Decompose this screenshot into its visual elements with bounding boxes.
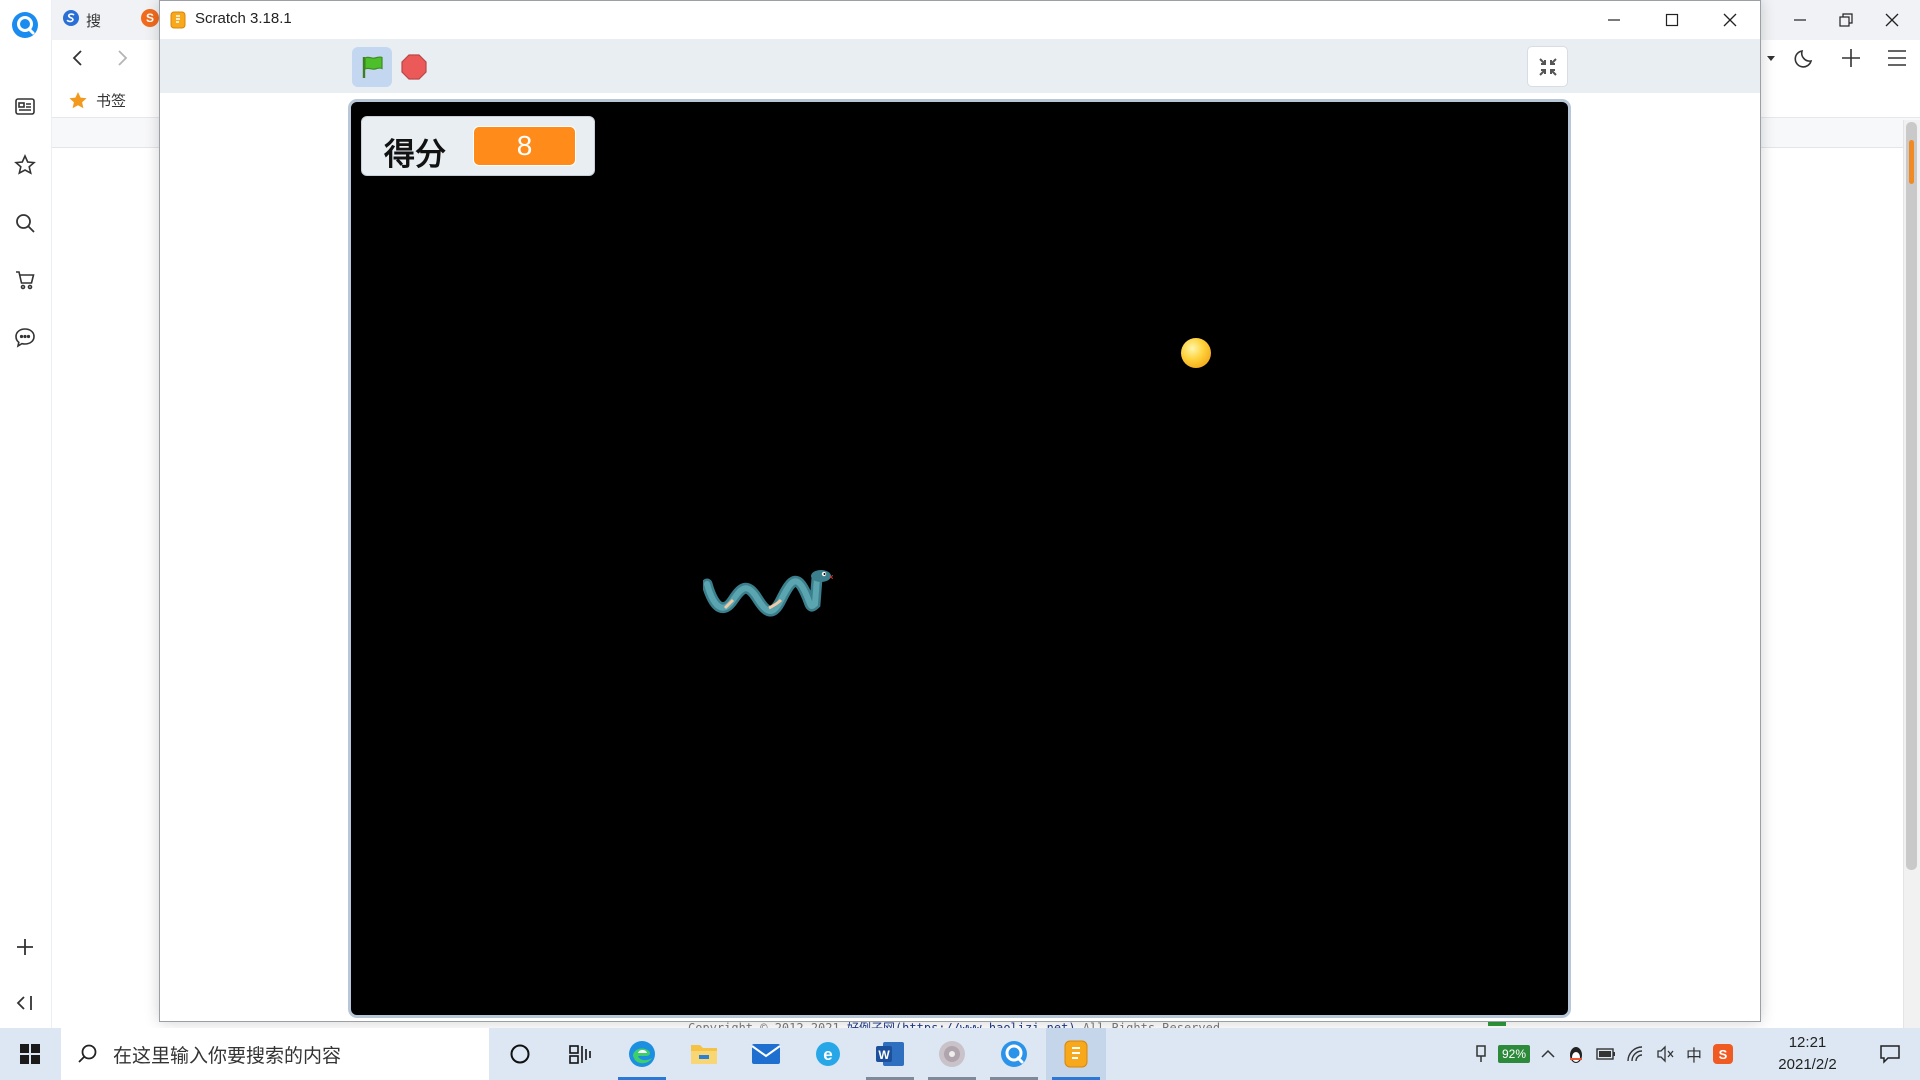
score-value: 8 [473,126,576,166]
svg-text:e: e [823,1045,832,1064]
browser-sidebar [0,0,52,1028]
task-view-icon [569,1045,591,1064]
night-mode-moon-icon[interactable] [1794,47,1816,74]
snake-sprite[interactable] [703,564,833,624]
taskbar-search-placeholder: 在这里输入你要搜索的内容 [113,1045,342,1067]
bookmark-star-icon [69,91,87,108]
taskbar-search-box[interactable]: 在这里输入你要搜索的内容 [61,1028,489,1080]
ie-icon: e [816,1042,840,1066]
score-variable-monitor[interactable]: 得分 8 [361,116,595,176]
collapse-sidebar-icon[interactable] [10,988,40,1018]
show-hidden-icons-chevron-icon[interactable] [1540,1046,1556,1062]
search-icon [78,1044,97,1063]
sogou-icon [62,9,80,31]
clock-date: 2021/2/2 [1778,1056,1837,1073]
scratch-titlebar[interactable]: Scratch 3.18.1 [160,1,1760,39]
new-tab-plus-icon[interactable] [1840,47,1862,74]
minimize-icon [1608,19,1620,21]
search-icon[interactable] [10,208,40,238]
cart-icon[interactable] [10,265,40,295]
close-icon [1723,13,1737,27]
battery-icon[interactable] [1596,1046,1616,1062]
qq-browser-icon[interactable] [10,10,40,40]
dropdown-caret-icon[interactable] [1766,50,1776,68]
taskbar-qq-browser[interactable] [984,1028,1044,1080]
news-icon[interactable] [10,92,40,122]
volume-muted-icon[interactable] [1656,1045,1676,1063]
browser-tab[interactable]: 搜 [62,5,101,35]
power-plug-icon[interactable] [1474,1044,1488,1064]
browser-tab[interactable]: S [140,5,160,35]
svg-text:W: W [878,1048,890,1062]
taskbar-edge[interactable] [612,1028,672,1080]
exit-fullscreen-icon [1538,57,1557,76]
task-view-button[interactable] [550,1028,610,1080]
sogou-s-icon: S [140,8,160,32]
stop-icon [401,54,427,80]
green-flag-button[interactable] [352,47,392,87]
taskbar-ie[interactable]: e [798,1028,858,1080]
green-flag-icon [362,56,383,78]
system-tray: 92% 中 S [1474,1028,1734,1080]
scratch-app-icon [170,11,186,34]
maximize-button[interactable] [1643,1,1701,39]
windows-taskbar: 在这里输入你要搜索的内容 e W 92% 中 S 12:21 2021/2/2 [0,1028,1920,1080]
start-button[interactable] [0,1028,60,1080]
chat-icon[interactable] [10,322,40,352]
browser-tab-label: 搜 [86,12,102,30]
taskbar-media[interactable] [922,1028,982,1080]
favorites-star-icon[interactable] [10,150,40,180]
taskbar-word[interactable]: W [860,1028,920,1080]
cortana-icon [510,1044,530,1064]
browser-minimize-button[interactable] [1777,4,1823,36]
folder-icon [691,1045,717,1064]
taskbar-clock[interactable]: 12:21 2021/2/2 [1760,1032,1855,1076]
scratch-stage[interactable]: 得分 8 [348,99,1571,1018]
bookmarks-label: 书签 [96,93,127,110]
taskbar-file-explorer[interactable] [674,1028,734,1080]
taskbar-mail[interactable] [736,1028,796,1080]
notification-icon [1880,1045,1900,1064]
back-arrow-icon[interactable] [68,48,88,73]
edge-icon [629,1041,655,1067]
cortana-button[interactable] [490,1028,550,1080]
scratch-window: Scratch 3.18.1 得分 8 [159,0,1761,1022]
action-center-button[interactable] [1860,1028,1920,1080]
minimize-button[interactable] [1585,1,1643,39]
bookmarks-button[interactable]: 书签 [68,90,126,111]
score-label: 得分 [384,137,446,172]
qq-browser-icon [1001,1041,1027,1067]
stage-toolbar [160,39,1760,93]
clock-time: 12:21 [1788,1034,1827,1051]
scroll-position-marker [1909,140,1914,184]
window-title: Scratch 3.18.1 [195,10,292,27]
stop-button[interactable] [394,47,434,87]
browser-restore-button[interactable] [1823,4,1869,36]
mail-icon [751,1044,781,1064]
scratch-icon [1064,1040,1088,1068]
add-icon[interactable] [10,932,40,962]
maximize-icon [1665,13,1679,27]
svg-text:S: S [1719,1047,1728,1062]
svg-text:S: S [146,11,154,25]
word-icon: W [876,1042,904,1066]
ball-sprite[interactable] [1181,338,1211,368]
windows-logo-icon [20,1044,40,1064]
scrollbar-thumb[interactable] [1906,122,1917,870]
browser-close-button[interactable] [1869,4,1915,36]
media-disc-icon [939,1041,965,1067]
taskbar-scratch[interactable] [1046,1028,1106,1080]
forward-arrow-icon[interactable] [112,48,132,73]
ime-indicator[interactable]: 中 [1686,1042,1702,1066]
exit-fullscreen-button[interactable] [1527,46,1568,87]
sogou-ime-icon[interactable]: S [1712,1043,1734,1065]
battery-percentage[interactable]: 92% [1498,1045,1531,1063]
menu-icon[interactable] [1886,47,1908,74]
close-button[interactable] [1701,1,1759,39]
qq-penguin-icon[interactable] [1566,1044,1586,1064]
wifi-icon[interactable] [1626,1045,1646,1063]
